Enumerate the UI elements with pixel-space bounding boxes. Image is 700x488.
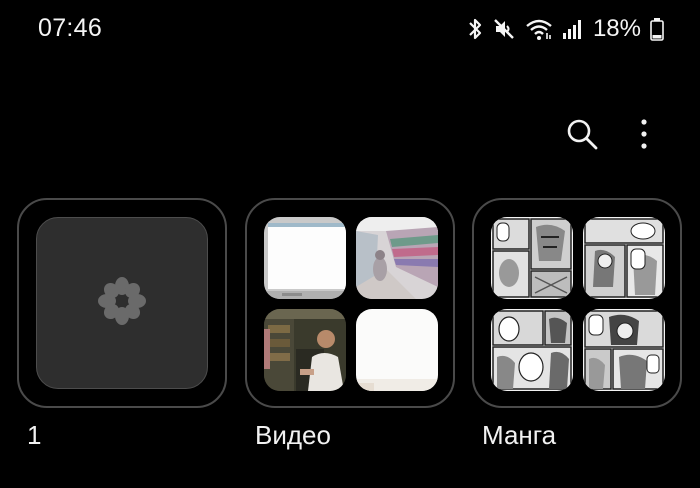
manga-page-3 bbox=[491, 309, 573, 391]
search-icon bbox=[565, 117, 599, 156]
album-card[interactable]: Видео bbox=[245, 198, 455, 450]
album-cover-frame[interactable] bbox=[245, 198, 455, 408]
album-card[interactable]: 1 bbox=[17, 198, 227, 450]
album-title[interactable]: Видео bbox=[255, 420, 331, 451]
album-title[interactable]: Манга bbox=[482, 420, 556, 451]
empty-album-cover bbox=[36, 217, 208, 389]
manga-page-1 bbox=[491, 217, 573, 299]
status-icons: 18% bbox=[467, 14, 664, 44]
manga-page-4 bbox=[583, 309, 665, 391]
video-thumb-screen bbox=[264, 217, 346, 299]
status-time: 07:46 bbox=[38, 14, 103, 42]
search-button[interactable] bbox=[560, 114, 604, 158]
album-title[interactable]: 1 bbox=[27, 420, 41, 451]
album-cover-frame[interactable] bbox=[17, 198, 227, 408]
battery-percent: 18% bbox=[592, 15, 641, 42]
bluetooth-icon bbox=[467, 17, 483, 41]
manga-page-2 bbox=[583, 217, 665, 299]
wifi-icon bbox=[525, 17, 553, 41]
video-thumb-store-aisle bbox=[356, 217, 438, 299]
more-vertical-icon bbox=[639, 118, 649, 155]
video-thumb-man-in-shop bbox=[264, 309, 346, 391]
status-bar: 07:46 18% bbox=[0, 0, 700, 56]
more-options-button[interactable] bbox=[622, 114, 666, 158]
album-card[interactable]: Манга bbox=[472, 198, 682, 450]
mute-icon bbox=[492, 17, 516, 41]
battery-icon bbox=[650, 17, 664, 41]
flower-placeholder-icon bbox=[95, 274, 149, 333]
video-thumb-white bbox=[356, 309, 438, 391]
album-cover-frame[interactable] bbox=[472, 198, 682, 408]
signal-icon bbox=[562, 17, 582, 41]
